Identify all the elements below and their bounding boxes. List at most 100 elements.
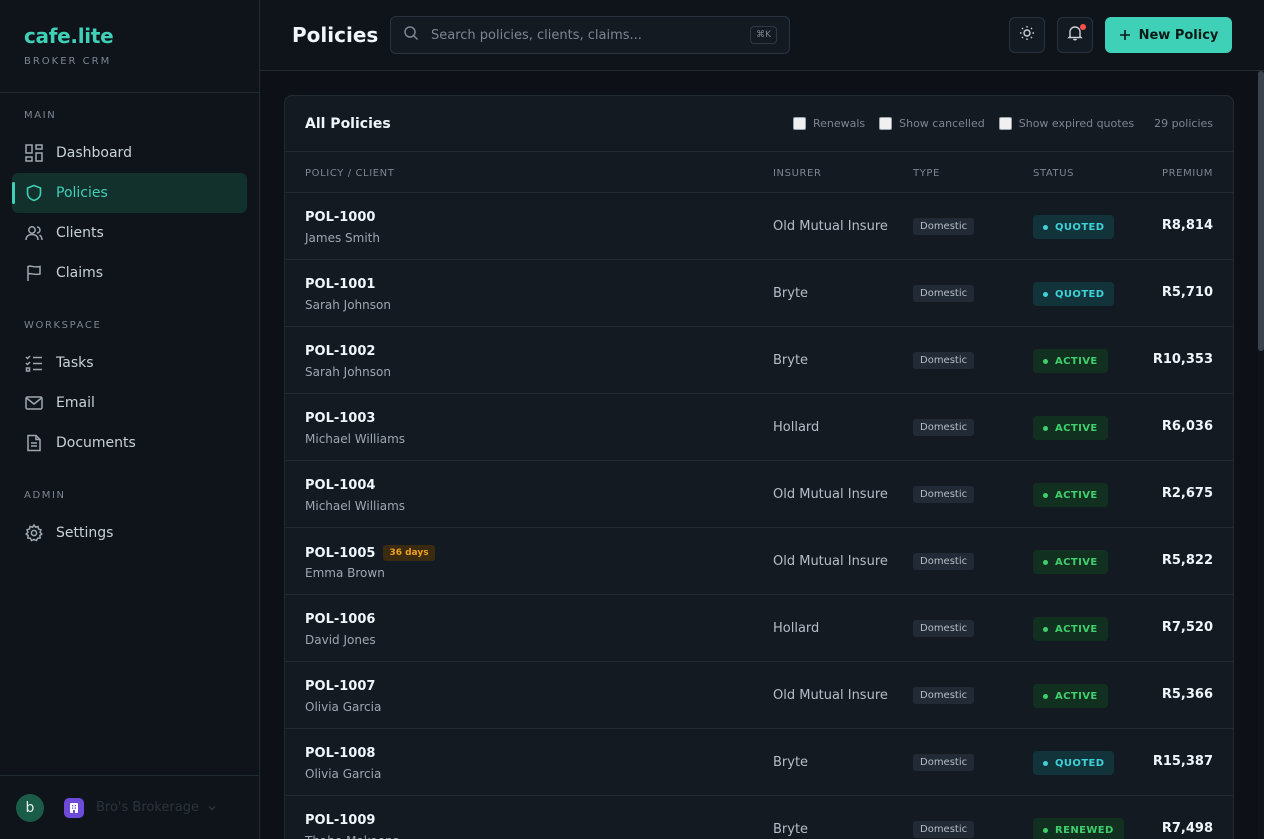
client-name: Emma Brown xyxy=(305,566,385,580)
policy-id[interactable]: POL-1009 xyxy=(305,813,375,828)
scrollbar-thumb[interactable] xyxy=(1258,71,1264,351)
sidebar-item-label: Email xyxy=(56,395,95,411)
table-row[interactable]: POL-1002 Sarah Johnson Bryte Domestic ACTIVE… xyxy=(285,327,1233,394)
card-header: All Policies Renewals Show cancelled Sho… xyxy=(285,96,1233,152)
document-icon xyxy=(24,433,44,453)
premium-amount: R5,366 xyxy=(1161,687,1213,702)
policy-id[interactable]: POL-1004 xyxy=(305,478,375,493)
insurer-name: Bryte xyxy=(773,755,809,770)
premium-amount: R15,387 xyxy=(1152,754,1213,769)
new-policy-button[interactable]: New Policy xyxy=(1105,17,1232,53)
policy-number: POL-1008 xyxy=(305,746,376,761)
sidebar-item-label: Clients xyxy=(56,225,104,241)
sidebar-item-email[interactable]: Email xyxy=(12,383,247,423)
table-row[interactable]: POL-1003 Michael Williams Hollard Domestic A… xyxy=(285,394,1233,461)
column-header-status[interactable]: STATUS xyxy=(1033,168,1074,179)
filter-label: Renewals xyxy=(812,117,866,130)
filter-show-expired[interactable]: Show expired quotes xyxy=(998,117,1134,130)
table-row[interactable]: POL-1001 Sarah Johnson Bryte Domestic QUOTED… xyxy=(285,260,1233,327)
chevron-down-icon[interactable] xyxy=(207,798,217,817)
sidebar-item-policies[interactable]: Policies xyxy=(12,173,247,213)
dashboard-icon xyxy=(24,143,44,163)
sidebar-item-label: Dashboard xyxy=(56,145,132,161)
show-cancelled-checkbox[interactable] xyxy=(879,117,893,130)
search-icon xyxy=(403,25,419,45)
filter-renewals[interactable]: Renewals xyxy=(792,117,866,130)
renewals-checkbox[interactable] xyxy=(792,117,806,130)
table-row[interactable]: POL-1007 Olivia Garcia Old Mutual Insure Do… xyxy=(285,662,1233,729)
nav-section-workspace: WORKSPACE Tasks Email Documents xyxy=(0,320,259,463)
policy-id[interactable]: POL-1002 xyxy=(305,344,375,359)
policy-number: POL-1007 xyxy=(305,679,376,694)
policy-id[interactable]: POL-1001 xyxy=(305,277,375,292)
type-badge: Domestic xyxy=(913,553,975,570)
policy-id[interactable]: POL-1005 36 days xyxy=(305,545,435,561)
nav-section-admin: ADMIN Settings xyxy=(0,490,259,553)
status-badge: QUOTED xyxy=(1033,751,1115,775)
client-name: Sarah Johnson xyxy=(305,365,391,379)
column-header-premium[interactable]: PREMIUM xyxy=(1162,168,1213,179)
sidebar-item-dashboard[interactable]: Dashboard xyxy=(12,133,247,173)
premium-amount: R2,675 xyxy=(1161,486,1213,501)
show-expired-checkbox[interactable] xyxy=(998,117,1012,130)
status-badge: QUOTED xyxy=(1033,282,1115,306)
status-badge: ACTIVE xyxy=(1033,617,1108,641)
client-name: James Smith xyxy=(305,231,380,245)
sidebar-item-label: Documents xyxy=(56,435,136,451)
avatar[interactable]: b xyxy=(16,793,44,822)
insurer-name: Old Mutual Insure xyxy=(773,219,888,234)
search-box[interactable]: ⌘K xyxy=(390,16,790,54)
premium-amount: R6,036 xyxy=(1161,419,1213,434)
sidebar-footer[interactable]: b Bro's Brokerage xyxy=(0,775,259,839)
type-badge: Domestic xyxy=(913,687,975,704)
card-title: All Policies xyxy=(305,115,391,132)
table-row[interactable]: POL-1008 Olivia Garcia Bryte Domestic QUOTED… xyxy=(285,729,1233,796)
policy-number: POL-1001 xyxy=(305,277,376,292)
table-row[interactable]: POL-1009 Thabo Mokoena Bryte Domestic RENEWE… xyxy=(285,796,1233,839)
sidebar-item-clients[interactable]: Clients xyxy=(12,213,247,253)
brand-subtitle: BROKER CRM xyxy=(24,56,112,67)
policy-number: POL-1009 xyxy=(305,813,376,828)
org-switcher[interactable]: Bro's Brokerage xyxy=(96,800,199,815)
status-badge: ACTIVE xyxy=(1033,483,1108,507)
insurer-name: Bryte xyxy=(773,822,809,837)
new-policy-label: New Policy xyxy=(1138,27,1219,43)
sidebar-item-label: Claims xyxy=(56,265,104,281)
status-badge: QUOTED xyxy=(1033,215,1115,239)
sidebar-item-documents[interactable]: Documents xyxy=(12,423,247,463)
column-header-insurer[interactable]: INSURER xyxy=(773,168,822,179)
insurer-name: Hollard xyxy=(773,420,820,435)
policy-id[interactable]: POL-1000 xyxy=(305,210,375,225)
insurer-name: Bryte xyxy=(773,353,809,368)
table-header: POLICY / CLIENT INSURER TYPE STATUS PREM… xyxy=(285,152,1233,193)
sidebar-item-claims[interactable]: Claims xyxy=(12,253,247,293)
premium-amount: R5,710 xyxy=(1161,285,1213,300)
policy-id[interactable]: POL-1007 xyxy=(305,679,375,694)
policies-card: All Policies Renewals Show cancelled Sho… xyxy=(284,95,1234,839)
table-row[interactable]: POL-1004 Michael Williams Old Mutual Insur… xyxy=(285,461,1233,528)
status-badge: RENEWED xyxy=(1033,818,1124,839)
insurer-name: Old Mutual Insure xyxy=(773,554,888,569)
brand-name: cafe.lite xyxy=(24,24,114,48)
column-header-policy[interactable]: POLICY / CLIENT xyxy=(305,168,394,179)
sidebar-item-tasks[interactable]: Tasks xyxy=(12,343,247,383)
scrollbar[interactable] xyxy=(1258,71,1264,839)
table-row[interactable]: POL-1005 36 days Emma Brown Old Mutual Insu… xyxy=(285,528,1233,595)
filter-show-cancelled[interactable]: Show cancelled xyxy=(879,117,985,130)
premium-amount: R7,498 xyxy=(1161,821,1213,836)
users-icon xyxy=(24,223,44,243)
theme-toggle-button[interactable] xyxy=(1009,17,1045,53)
filter-label: Show cancelled xyxy=(899,117,985,130)
sidebar-item-settings[interactable]: Settings xyxy=(12,513,247,553)
table-row[interactable]: POL-1006 David Jones Hollard Domestic ACTIVE… xyxy=(285,595,1233,662)
search-input[interactable] xyxy=(431,27,731,43)
column-header-type[interactable]: TYPE xyxy=(913,168,940,179)
flag-icon xyxy=(24,263,44,283)
policy-id[interactable]: POL-1008 xyxy=(305,746,375,761)
policy-id[interactable]: POL-1003 xyxy=(305,411,375,426)
notifications-button[interactable] xyxy=(1057,17,1093,53)
type-badge: Domestic xyxy=(913,285,975,302)
table-row[interactable]: POL-1000 James Smith Old Mutual Insure Dome… xyxy=(285,193,1233,260)
policy-id[interactable]: POL-1006 xyxy=(305,612,375,627)
status-badge: ACTIVE xyxy=(1033,349,1108,373)
